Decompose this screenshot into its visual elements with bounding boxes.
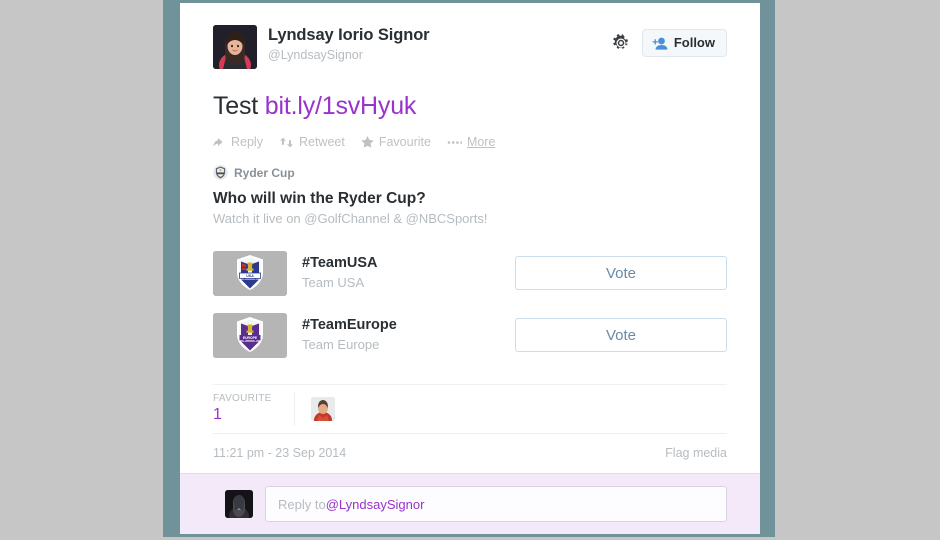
more-action[interactable]: More: [447, 135, 495, 149]
tweet-stats: FAVOURITE 1: [213, 384, 727, 433]
favourite-stat[interactable]: FAVOURITE 1: [213, 392, 295, 426]
tweet-text-prefix: Test: [213, 92, 265, 120]
follow-label: Follow: [673, 35, 715, 50]
reply-placeholder-prefix: Reply to: [278, 496, 326, 512]
vote-button-team-europe[interactable]: Vote: [515, 318, 727, 352]
ellipsis-icon: [447, 140, 462, 144]
gear-icon[interactable]: [612, 34, 630, 52]
poll-option-subtitle: Team Europe: [302, 337, 380, 352]
favourite-stat-count: 1: [213, 406, 222, 423]
team-europe-thumbnail[interactable]: EUROPE: [213, 312, 287, 358]
tweet-header: Lyndsay Iorio Signor @LyndsaySignor Foll…: [213, 25, 727, 81]
favouriter-avatar-image: [310, 397, 335, 421]
tweet-permalink-panel: Lyndsay Iorio Signor @LyndsaySignor Foll…: [180, 3, 760, 534]
vote-button-team-usa[interactable]: Vote: [515, 256, 727, 290]
reply-input[interactable]: Reply to @LyndsaySignor: [265, 486, 727, 522]
favourite-label: Favourite: [378, 135, 431, 149]
tweet-detail: Lyndsay Iorio Signor @LyndsaySignor Foll…: [180, 3, 760, 473]
poll-option-text: #TeamEurope Team Europe: [302, 316, 515, 354]
avatar[interactable]: [213, 25, 257, 69]
team-europe-crest: EUROPE: [213, 312, 287, 358]
flag-media-link[interactable]: Flag media: [665, 446, 727, 460]
reply-bar: Reply to @LyndsaySignor: [180, 473, 760, 534]
poll-option-row: EUROPE #TeamEurope Team Europe Vote: [213, 304, 727, 366]
tweet-timestamp[interactable]: 11:21 pm - 23 Sep 2014: [213, 446, 346, 460]
more-label: More: [466, 135, 496, 149]
star-icon: [361, 136, 374, 148]
team-usa-crest: USA: [213, 250, 287, 296]
poll-option-subtitle: Team USA: [302, 275, 365, 290]
browser-frame: Lyndsay Iorio Signor @LyndsaySignor Foll…: [163, 0, 775, 537]
retweet-icon: [279, 137, 293, 147]
tweet-link[interactable]: bit.ly/1svHyuk: [265, 92, 417, 120]
card-title: Who will win the Ryder Cup?: [213, 190, 426, 207]
poll-option-title: #TeamUSA: [302, 255, 378, 271]
tweet-actions: Reply Retweet Favourite More: [213, 135, 727, 149]
current-user-avatar[interactable]: [225, 490, 253, 518]
favourite-stat-label: FAVOURITE: [213, 393, 272, 404]
card-subtitle: Watch it live on @GolfChannel & @NBCSpor…: [213, 211, 488, 226]
card-brand[interactable]: Ryder Cup: [213, 165, 727, 180]
poll-option-row: USA #TeamUSA Team USA Vote: [213, 242, 727, 304]
retweet-label: Retweet: [298, 135, 345, 149]
add-person-icon: [652, 37, 668, 50]
team-usa-thumbnail[interactable]: USA: [213, 250, 287, 296]
favourite-action[interactable]: Favourite: [361, 135, 431, 149]
poll-card: Ryder Cup Who will win the Ryder Cup? Wa…: [213, 165, 727, 366]
poll-option-title: #TeamEurope: [302, 317, 397, 333]
favouriter-list: [295, 397, 335, 421]
current-user-avatar-image: [225, 490, 253, 518]
svg-text:EUROPE: EUROPE: [243, 336, 258, 340]
poll-option-text: #TeamUSA Team USA: [302, 254, 515, 292]
reply-arrow-icon: [213, 137, 223, 147]
tweet-text: Test bit.ly/1svHyuk: [213, 91, 727, 121]
card-brand-label: Ryder Cup: [234, 165, 295, 180]
reply-action[interactable]: Reply: [213, 135, 263, 149]
poll-options: USA #TeamUSA Team USA Vote EUROPE #TeamE…: [213, 242, 727, 366]
favouriter-avatar[interactable]: [310, 397, 335, 421]
header-actions: Follow: [612, 25, 727, 57]
profile-full-name[interactable]: Lyndsay Iorio Signor: [268, 26, 612, 45]
follow-button[interactable]: Follow: [641, 29, 727, 57]
reply-placeholder-mention: @LyndsaySignor: [325, 496, 425, 512]
retweet-action[interactable]: Retweet: [279, 135, 345, 149]
avatar-image: [213, 25, 257, 69]
svg-text:USA: USA: [246, 274, 254, 278]
profile-handle[interactable]: @LyndsaySignor: [268, 47, 612, 64]
ryder-cup-logo-icon: [213, 165, 228, 180]
reply-label: Reply: [231, 135, 263, 149]
tweet-footer: 11:21 pm - 23 Sep 2014 Flag media: [213, 433, 727, 472]
name-block: Lyndsay Iorio Signor @LyndsaySignor: [268, 25, 612, 64]
